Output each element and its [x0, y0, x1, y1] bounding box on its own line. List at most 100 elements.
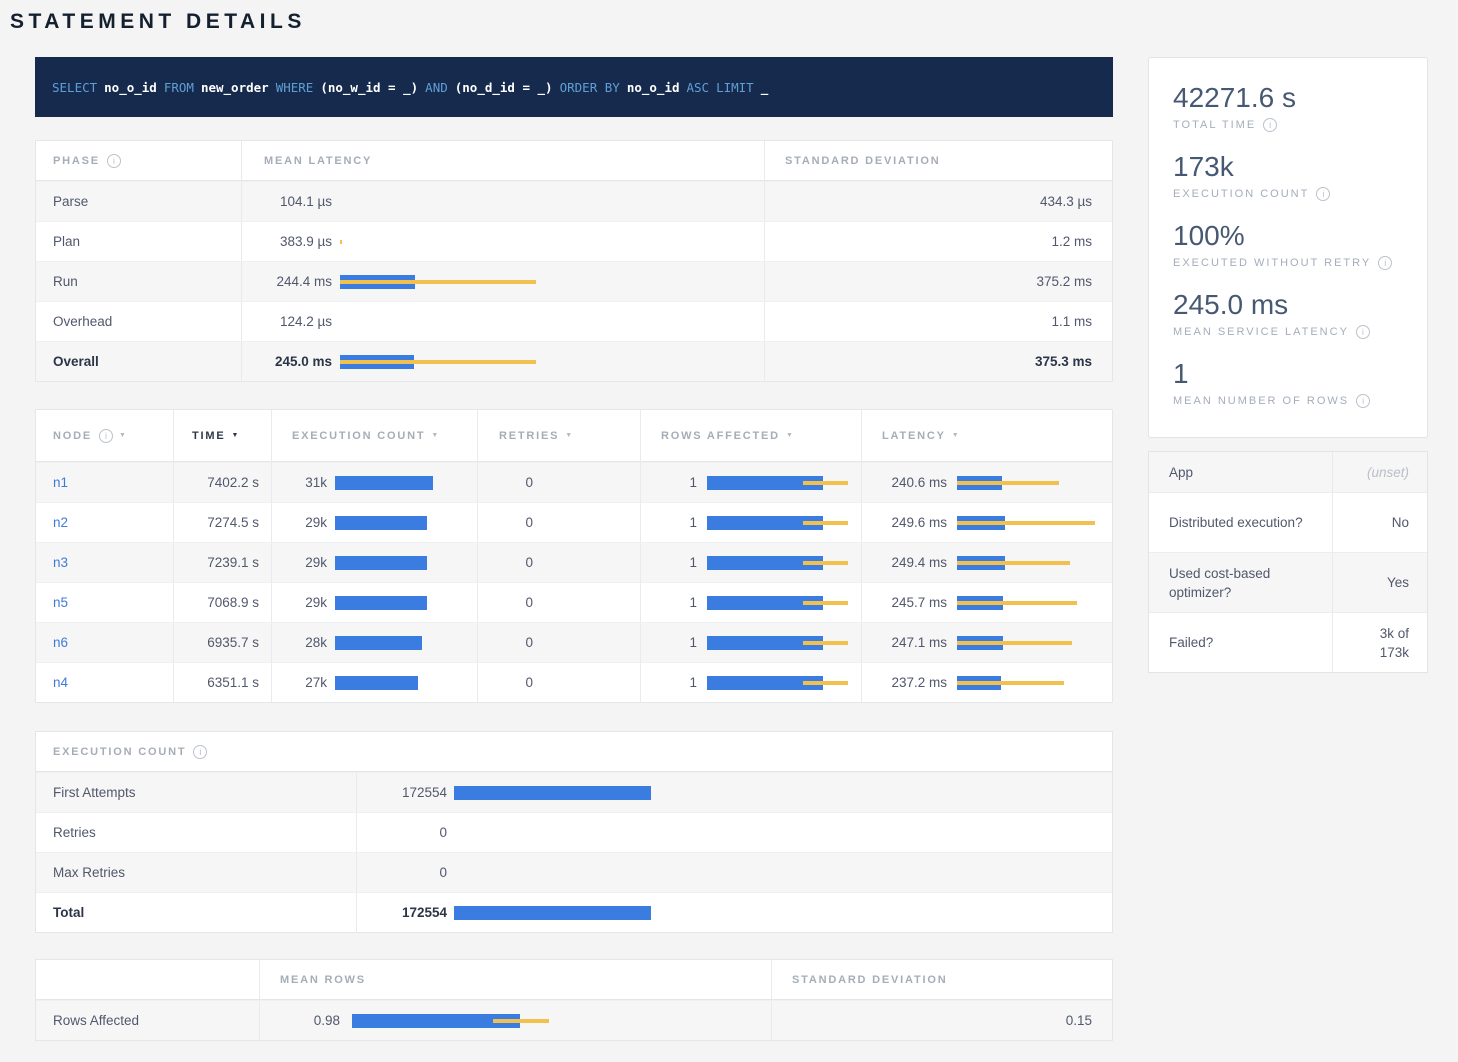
latency-value: 237.2 ms	[862, 675, 947, 690]
sort-arrow-icon[interactable]	[565, 432, 572, 439]
sql-keyword: SELECT	[52, 80, 97, 95]
mean-latency-value: 245.0 ms	[242, 354, 332, 369]
node-link[interactable]: n5	[53, 595, 68, 610]
rows-affected-bar-chart	[707, 636, 852, 650]
phase-header-label: PHASE	[53, 155, 100, 167]
count-value: 172554	[357, 785, 447, 800]
info-icon[interactable]	[193, 745, 207, 759]
retries-column-header[interactable]: RETRIES	[477, 410, 640, 461]
retries-header-label: RETRIES	[499, 430, 559, 442]
execution-count-section-label: EXECUTION COUNT	[53, 746, 186, 758]
node-link[interactable]: n6	[53, 635, 68, 650]
node-link[interactable]: n2	[53, 515, 68, 530]
count-bar-chart	[454, 786, 664, 800]
info-icon[interactable]	[107, 154, 121, 168]
info-icon[interactable]	[1356, 325, 1370, 339]
execution-count-value: 29k	[272, 555, 327, 570]
table-row: First Attempts 172554	[36, 772, 1112, 812]
row-label: Rows Affected	[53, 1013, 139, 1028]
row-label: Total	[53, 905, 84, 920]
rows-affected-value: 1	[641, 595, 697, 610]
sort-arrow-icon[interactable]	[786, 432, 793, 439]
info-icon[interactable]	[99, 429, 113, 443]
phase-latency-table: PHASE MEAN LATENCY STANDARD DEVIATION Pa…	[35, 140, 1113, 382]
execution-count-bar-chart	[335, 476, 465, 490]
phase-label: Run	[53, 274, 78, 289]
stat-label: MEAN NUMBER OF ROWS	[1173, 395, 1349, 407]
phase-label: Overhead	[53, 314, 112, 329]
count-bar-chart	[454, 906, 664, 920]
rows-affected-value: 1	[641, 675, 697, 690]
detail-value: (unset)	[1333, 452, 1427, 492]
rows-affected-bar-chart	[707, 596, 852, 610]
table-row: Retries 0	[36, 812, 1112, 852]
latency-value: 249.6 ms	[862, 515, 947, 530]
node-link[interactable]: n3	[53, 555, 68, 570]
node-column-header[interactable]: NODE	[36, 410, 173, 461]
phase-column-header[interactable]: PHASE	[36, 141, 241, 180]
info-icon[interactable]	[1378, 256, 1392, 270]
time-value: 6935.7 s	[207, 635, 259, 650]
execution-count-value: 29k	[272, 515, 327, 530]
mean-rows-header-label: MEAN ROWS	[280, 974, 366, 986]
latency-value: 245.7 ms	[862, 595, 947, 610]
time-value: 7402.2 s	[207, 475, 259, 490]
stat-label: TOTAL TIME	[1173, 119, 1256, 131]
time-value: 7068.9 s	[207, 595, 259, 610]
phase-label: Overall	[53, 354, 99, 369]
info-icon[interactable]	[1316, 187, 1330, 201]
rows-affected-value: 1	[641, 475, 697, 490]
sort-arrow-icon[interactable]	[231, 432, 238, 439]
execution-count-value: 27k	[272, 675, 327, 690]
execution-count-header-label: EXECUTION COUNT	[292, 430, 425, 442]
mean-rows-bar-chart	[352, 1014, 562, 1028]
latency-bar-chart	[957, 476, 1102, 490]
row-label: Max Retries	[53, 865, 125, 880]
latency-bar-chart	[957, 556, 1102, 570]
node-row: n1 7402.2 s 31k 0 1 240.6 ms	[36, 462, 1112, 502]
detail-row-app: App (unset)	[1149, 452, 1427, 492]
detail-row-cost-based-optimizer: Used cost-based optimizer? Yes	[1149, 552, 1427, 612]
mean-latency-header-label: MEAN LATENCY	[264, 155, 372, 167]
detail-value: No	[1333, 493, 1427, 552]
stat-execution-count: 173k EXECUTION COUNT	[1173, 151, 1403, 201]
stat-value: 1	[1173, 358, 1403, 390]
detail-value: Yes	[1333, 553, 1427, 612]
sql-statement-box: SELECTno_o_idFROMnew_orderWHERE(no_w_id …	[35, 57, 1113, 117]
rows-affected-header-row: MEAN ROWS STANDARD DEVIATION	[36, 960, 1112, 1000]
execution-count-bar-chart	[335, 596, 465, 610]
sql-keyword: WHERE	[276, 80, 314, 95]
rows-affected-bar-chart	[707, 556, 852, 570]
stddev-header-label: STANDARD DEVIATION	[792, 974, 947, 986]
detail-row-distributed-execution: Distributed execution? No	[1149, 492, 1427, 552]
sql-identifier: _	[761, 80, 769, 95]
sql-identifier: no_o_id	[104, 80, 157, 95]
stddev-value: 1.1 ms	[1051, 314, 1092, 329]
mean-latency-value: 383.9 µs	[242, 234, 332, 249]
stat-label: MEAN SERVICE LATENCY	[1173, 326, 1349, 338]
stddev-value: 434.3 µs	[1040, 194, 1092, 209]
info-icon[interactable]	[1263, 118, 1277, 132]
table-row: Max Retries 0	[36, 852, 1112, 892]
table-row: Parse 104.1 µs 434.3 µs	[36, 181, 1112, 221]
sort-arrow-icon[interactable]	[952, 432, 959, 439]
stat-value: 100%	[1173, 220, 1403, 252]
sort-arrow-icon[interactable]	[119, 432, 126, 439]
sort-arrow-icon[interactable]	[431, 432, 438, 439]
node-row: n2 7274.5 s 29k 0 1 249.6 ms	[36, 502, 1112, 542]
execution-count-value: 28k	[272, 635, 327, 650]
latency-column-header[interactable]: LATENCY	[861, 410, 1112, 461]
retries-value: 0	[478, 675, 533, 690]
main-column: SELECTno_o_idFROMnew_orderWHERE(no_w_id …	[35, 57, 1113, 1041]
info-icon[interactable]	[1356, 394, 1370, 408]
stat-value: 245.0 ms	[1173, 289, 1403, 321]
execution-count-column-header[interactable]: EXECUTION COUNT	[271, 410, 477, 461]
rows-affected-table: MEAN ROWS STANDARD DEVIATION Rows Affect…	[35, 959, 1113, 1041]
stddev-column-header: STANDARD DEVIATION	[764, 141, 1112, 180]
sql-keyword: ASC	[687, 80, 710, 95]
time-column-header[interactable]: TIME	[173, 410, 271, 461]
sql-identifier: (no_d_id = _)	[455, 80, 553, 95]
rows-affected-column-header[interactable]: ROWS AFFECTED	[640, 410, 861, 461]
node-link[interactable]: n1	[53, 475, 68, 490]
node-link[interactable]: n4	[53, 675, 68, 690]
